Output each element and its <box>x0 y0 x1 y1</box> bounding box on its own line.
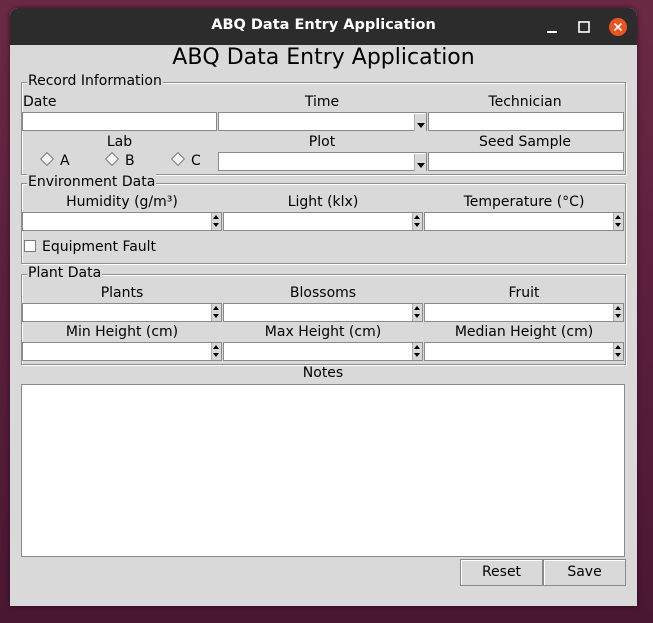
notes-textarea[interactable] <box>21 384 625 557</box>
arrow-down-icon[interactable] <box>615 223 621 227</box>
arrow-down-icon[interactable] <box>414 314 420 318</box>
light-label: Light (klx) <box>287 194 359 210</box>
spinbox-arrows[interactable] <box>412 343 422 360</box>
plot-combobox[interactable] <box>218 152 427 171</box>
arrow-down-icon[interactable] <box>414 223 420 227</box>
arrow-up-icon[interactable] <box>213 345 219 349</box>
equipment-fault-checkbox[interactable]: Equipment Fault <box>24 239 156 255</box>
date-label: Date <box>23 94 57 110</box>
environment-legend: Environment Data <box>27 174 157 190</box>
lab-option-label: C <box>191 153 201 169</box>
humidity-spinbox[interactable] <box>22 212 222 231</box>
median-height-spinbox[interactable] <box>424 342 624 361</box>
spinbox-arrows[interactable] <box>613 343 623 360</box>
seed-sample-input[interactable] <box>428 152 624 171</box>
date-input[interactable] <box>22 112 217 131</box>
spinbox-arrows[interactable] <box>613 304 623 321</box>
arrow-up-icon[interactable] <box>414 345 420 349</box>
median-height-label: Median Height (cm) <box>454 324 594 340</box>
spinbox-arrows[interactable] <box>412 304 422 321</box>
spinbox-arrows[interactable] <box>412 213 422 230</box>
arrow-down-icon[interactable] <box>414 353 420 357</box>
radio-icon <box>170 151 186 167</box>
max-height-label: Max Height (cm) <box>264 324 382 340</box>
arrow-up-icon[interactable] <box>615 306 621 310</box>
save-button[interactable]: Save <box>543 559 626 586</box>
light-spinbox[interactable] <box>223 212 423 231</box>
title-bar: ABQ Data Entry Application <box>10 8 637 45</box>
checkbox-icon <box>24 240 36 252</box>
spinbox-arrows[interactable] <box>613 213 623 230</box>
close-icon[interactable] <box>608 17 628 37</box>
chevron-down-icon[interactable] <box>414 114 426 131</box>
seed-sample-label: Seed Sample <box>479 134 571 150</box>
arrow-up-icon[interactable] <box>615 345 621 349</box>
minimize-icon[interactable] <box>542 17 562 37</box>
radio-icon <box>104 151 120 167</box>
plants-spinbox[interactable] <box>22 303 222 322</box>
lab-radio-c[interactable]: C <box>170 151 201 169</box>
arrow-down-icon[interactable] <box>213 223 219 227</box>
lab-option-label: A <box>60 153 70 169</box>
radio-icon <box>39 151 55 167</box>
arrow-up-icon[interactable] <box>213 306 219 310</box>
blossoms-label: Blossoms <box>289 285 357 301</box>
app-window: ABQ Data Entry Application ABQ Data Entr… <box>10 8 637 606</box>
reset-button[interactable]: Reset <box>460 559 543 586</box>
arrow-up-icon[interactable] <box>414 215 420 219</box>
fruit-label: Fruit <box>508 285 540 301</box>
plot-label: Plot <box>308 134 336 150</box>
fruit-spinbox[interactable] <box>424 303 624 322</box>
temperature-spinbox[interactable] <box>424 212 624 231</box>
notes-label: Notes <box>302 365 344 381</box>
blossoms-spinbox[interactable] <box>223 303 423 322</box>
arrow-up-icon[interactable] <box>414 306 420 310</box>
time-label: Time <box>304 94 340 110</box>
maximize-icon[interactable] <box>574 17 594 37</box>
arrow-down-icon[interactable] <box>213 353 219 357</box>
arrow-down-icon[interactable] <box>615 314 621 318</box>
plants-label: Plants <box>100 285 144 301</box>
lab-label: Lab <box>106 134 133 150</box>
technician-input[interactable] <box>428 112 624 131</box>
arrow-down-icon[interactable] <box>213 314 219 318</box>
lab-option-label: B <box>125 153 135 169</box>
spinbox-arrows[interactable] <box>211 213 221 230</box>
plant-legend: Plant Data <box>27 265 103 281</box>
time-combobox[interactable] <box>218 112 427 131</box>
arrow-down-icon[interactable] <box>615 353 621 357</box>
lab-radio-b[interactable]: B <box>104 151 135 169</box>
temperature-label: Temperature (°C) <box>463 194 585 210</box>
app-heading: ABQ Data Entry Application <box>172 45 475 70</box>
equipment-fault-label: Equipment Fault <box>42 239 157 255</box>
max-height-spinbox[interactable] <box>223 342 423 361</box>
spinbox-arrows[interactable] <box>211 343 221 360</box>
technician-label: Technician <box>488 94 562 110</box>
record-info-legend: Record Information <box>27 73 163 89</box>
min-height-label: Min Height (cm) <box>65 324 179 340</box>
lab-radio-a[interactable]: A <box>39 151 70 169</box>
humidity-label: Humidity (g/m³) <box>66 194 178 210</box>
spinbox-arrows[interactable] <box>211 304 221 321</box>
min-height-spinbox[interactable] <box>22 342 222 361</box>
chevron-down-icon[interactable] <box>414 154 426 171</box>
arrow-up-icon[interactable] <box>615 215 621 219</box>
arrow-up-icon[interactable] <box>213 215 219 219</box>
